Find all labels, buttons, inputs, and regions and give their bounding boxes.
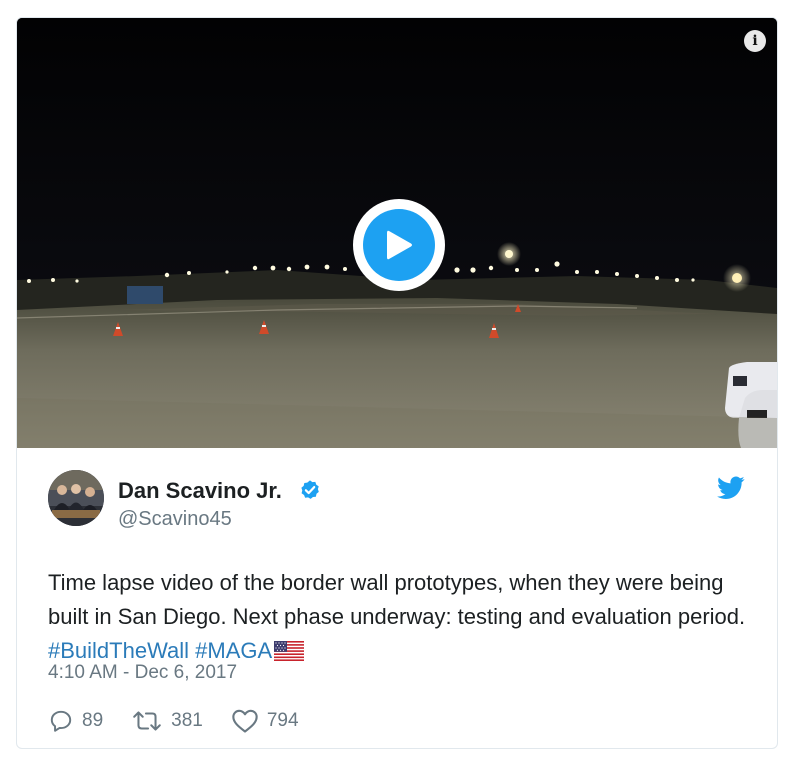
hashtag-maga[interactable]: #MAGA bbox=[195, 638, 272, 663]
heart-icon bbox=[232, 709, 258, 733]
timestamp-link[interactable]: 4:10 AM - Dec 6, 2017 bbox=[48, 662, 237, 684]
verified-badge-icon bbox=[301, 480, 319, 499]
reply-count: 89 bbox=[82, 710, 104, 731]
handle[interactable]: @Scavino45 bbox=[118, 508, 232, 531]
twitter-bird-icon[interactable] bbox=[717, 476, 745, 500]
display-name[interactable]: Dan Scavino Jr. bbox=[118, 478, 282, 504]
like-count: 794 bbox=[266, 710, 299, 731]
like-button[interactable]: 794 bbox=[231, 708, 299, 734]
reply-button[interactable]: 89 bbox=[48, 708, 103, 734]
video-media[interactable]: i bbox=[17, 18, 777, 448]
tweet-text-body: Time lapse video of the border wall prot… bbox=[48, 570, 746, 629]
info-icon[interactable]: i bbox=[744, 30, 766, 52]
retweet-icon bbox=[133, 711, 161, 731]
tweet-actions: 89 381 794 bbox=[48, 706, 327, 736]
reply-icon bbox=[50, 710, 72, 732]
embedded-tweet-card: i Dan Scavino Jr. @Scavino45 Time lapse … bbox=[16, 17, 778, 749]
play-icon bbox=[363, 209, 435, 281]
retweet-button[interactable]: 381 bbox=[131, 708, 203, 734]
avatar[interactable] bbox=[48, 470, 104, 526]
tweet-text: Time lapse video of the border wall prot… bbox=[48, 566, 748, 668]
retweet-count: 381 bbox=[171, 710, 203, 731]
hashtag-buildthewall[interactable]: #BuildTheWall bbox=[48, 638, 189, 663]
tweet-body: Dan Scavino Jr. @Scavino45 Time lapse vi… bbox=[17, 448, 777, 748]
us-flag-icon bbox=[274, 641, 305, 661]
avatar-photo bbox=[48, 470, 104, 526]
play-button[interactable] bbox=[353, 199, 445, 291]
